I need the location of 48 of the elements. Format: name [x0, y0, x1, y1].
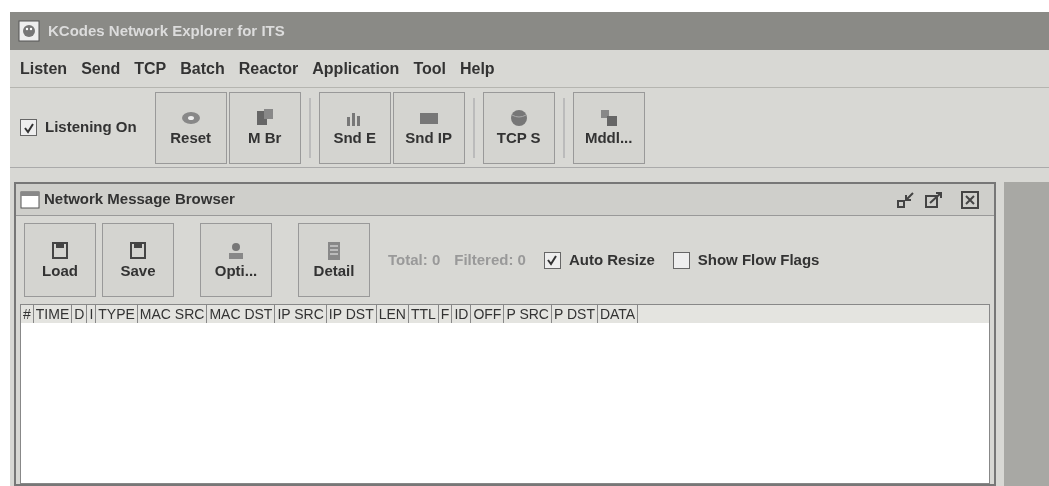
checkbox-label: Show Flow Flags: [697, 249, 820, 270]
checkbox[interactable]: [543, 251, 561, 269]
close-button[interactable]: [958, 188, 982, 211]
column-header[interactable]: OFF: [471, 305, 505, 323]
toolbar-button[interactable]: M Br: [228, 91, 301, 164]
toolbar-button[interactable]: Load: [24, 223, 96, 297]
toolbar-button[interactable]: Save: [102, 223, 174, 297]
checkbox[interactable]: [20, 119, 37, 136]
toolbar-button[interactable]: Reset: [154, 91, 227, 164]
menu-item[interactable]: Tool: [413, 56, 446, 81]
column-header[interactable]: IP DST: [326, 305, 377, 323]
menu-item[interactable]: Application: [312, 56, 400, 81]
column-header[interactable]: TIME: [33, 305, 73, 323]
total-count: Total: 0: [388, 249, 441, 270]
window-title: KCodes Network Explorer for ITS: [48, 20, 285, 41]
menu-item[interactable]: Help: [459, 56, 495, 81]
column-header[interactable]: D: [72, 305, 88, 323]
filtered-count: Filtered: 0: [454, 249, 526, 270]
menu-item[interactable]: Send: [81, 56, 121, 81]
column-header[interactable]: DATA: [597, 305, 639, 323]
column-header[interactable]: P SRC: [504, 305, 552, 323]
checkbox-label: Auto Resize: [568, 249, 655, 270]
app-icon: [18, 20, 40, 42]
column-header[interactable]: #: [21, 305, 34, 323]
column-header[interactable]: ID: [452, 305, 472, 323]
column-header[interactable]: TTL: [408, 305, 439, 323]
toolbar-button[interactable]: TCP S: [482, 91, 555, 164]
menu-item[interactable]: TCP: [134, 56, 167, 81]
menu-item[interactable]: Reactor: [238, 56, 299, 81]
toolbar-button[interactable]: Detail: [298, 223, 370, 297]
frame-icon: [20, 190, 40, 209]
checkbox[interactable]: [672, 251, 690, 269]
column-header[interactable]: I: [87, 305, 97, 323]
frame-title: Network Message Browser: [44, 189, 235, 210]
column-header[interactable]: LEN: [376, 305, 409, 323]
toolbar-button[interactable]: Snd IP: [392, 91, 465, 164]
toolbar-button[interactable]: Snd E: [318, 91, 391, 164]
checkbox-label: Listening On: [45, 117, 137, 138]
column-header[interactable]: F: [438, 305, 453, 323]
column-header[interactable]: P DST: [551, 305, 598, 323]
column-header[interactable]: IP SRC: [275, 305, 327, 323]
toolbar-button[interactable]: Opti...: [200, 223, 272, 297]
column-header[interactable]: TYPE: [96, 305, 138, 323]
column-header[interactable]: MAC SRC: [137, 305, 208, 323]
menu-item[interactable]: Listen: [20, 56, 68, 81]
column-header[interactable]: MAC DST: [207, 305, 276, 323]
toolbar-button[interactable]: Mddl...: [572, 91, 645, 164]
menu-item[interactable]: Batch: [180, 56, 225, 81]
